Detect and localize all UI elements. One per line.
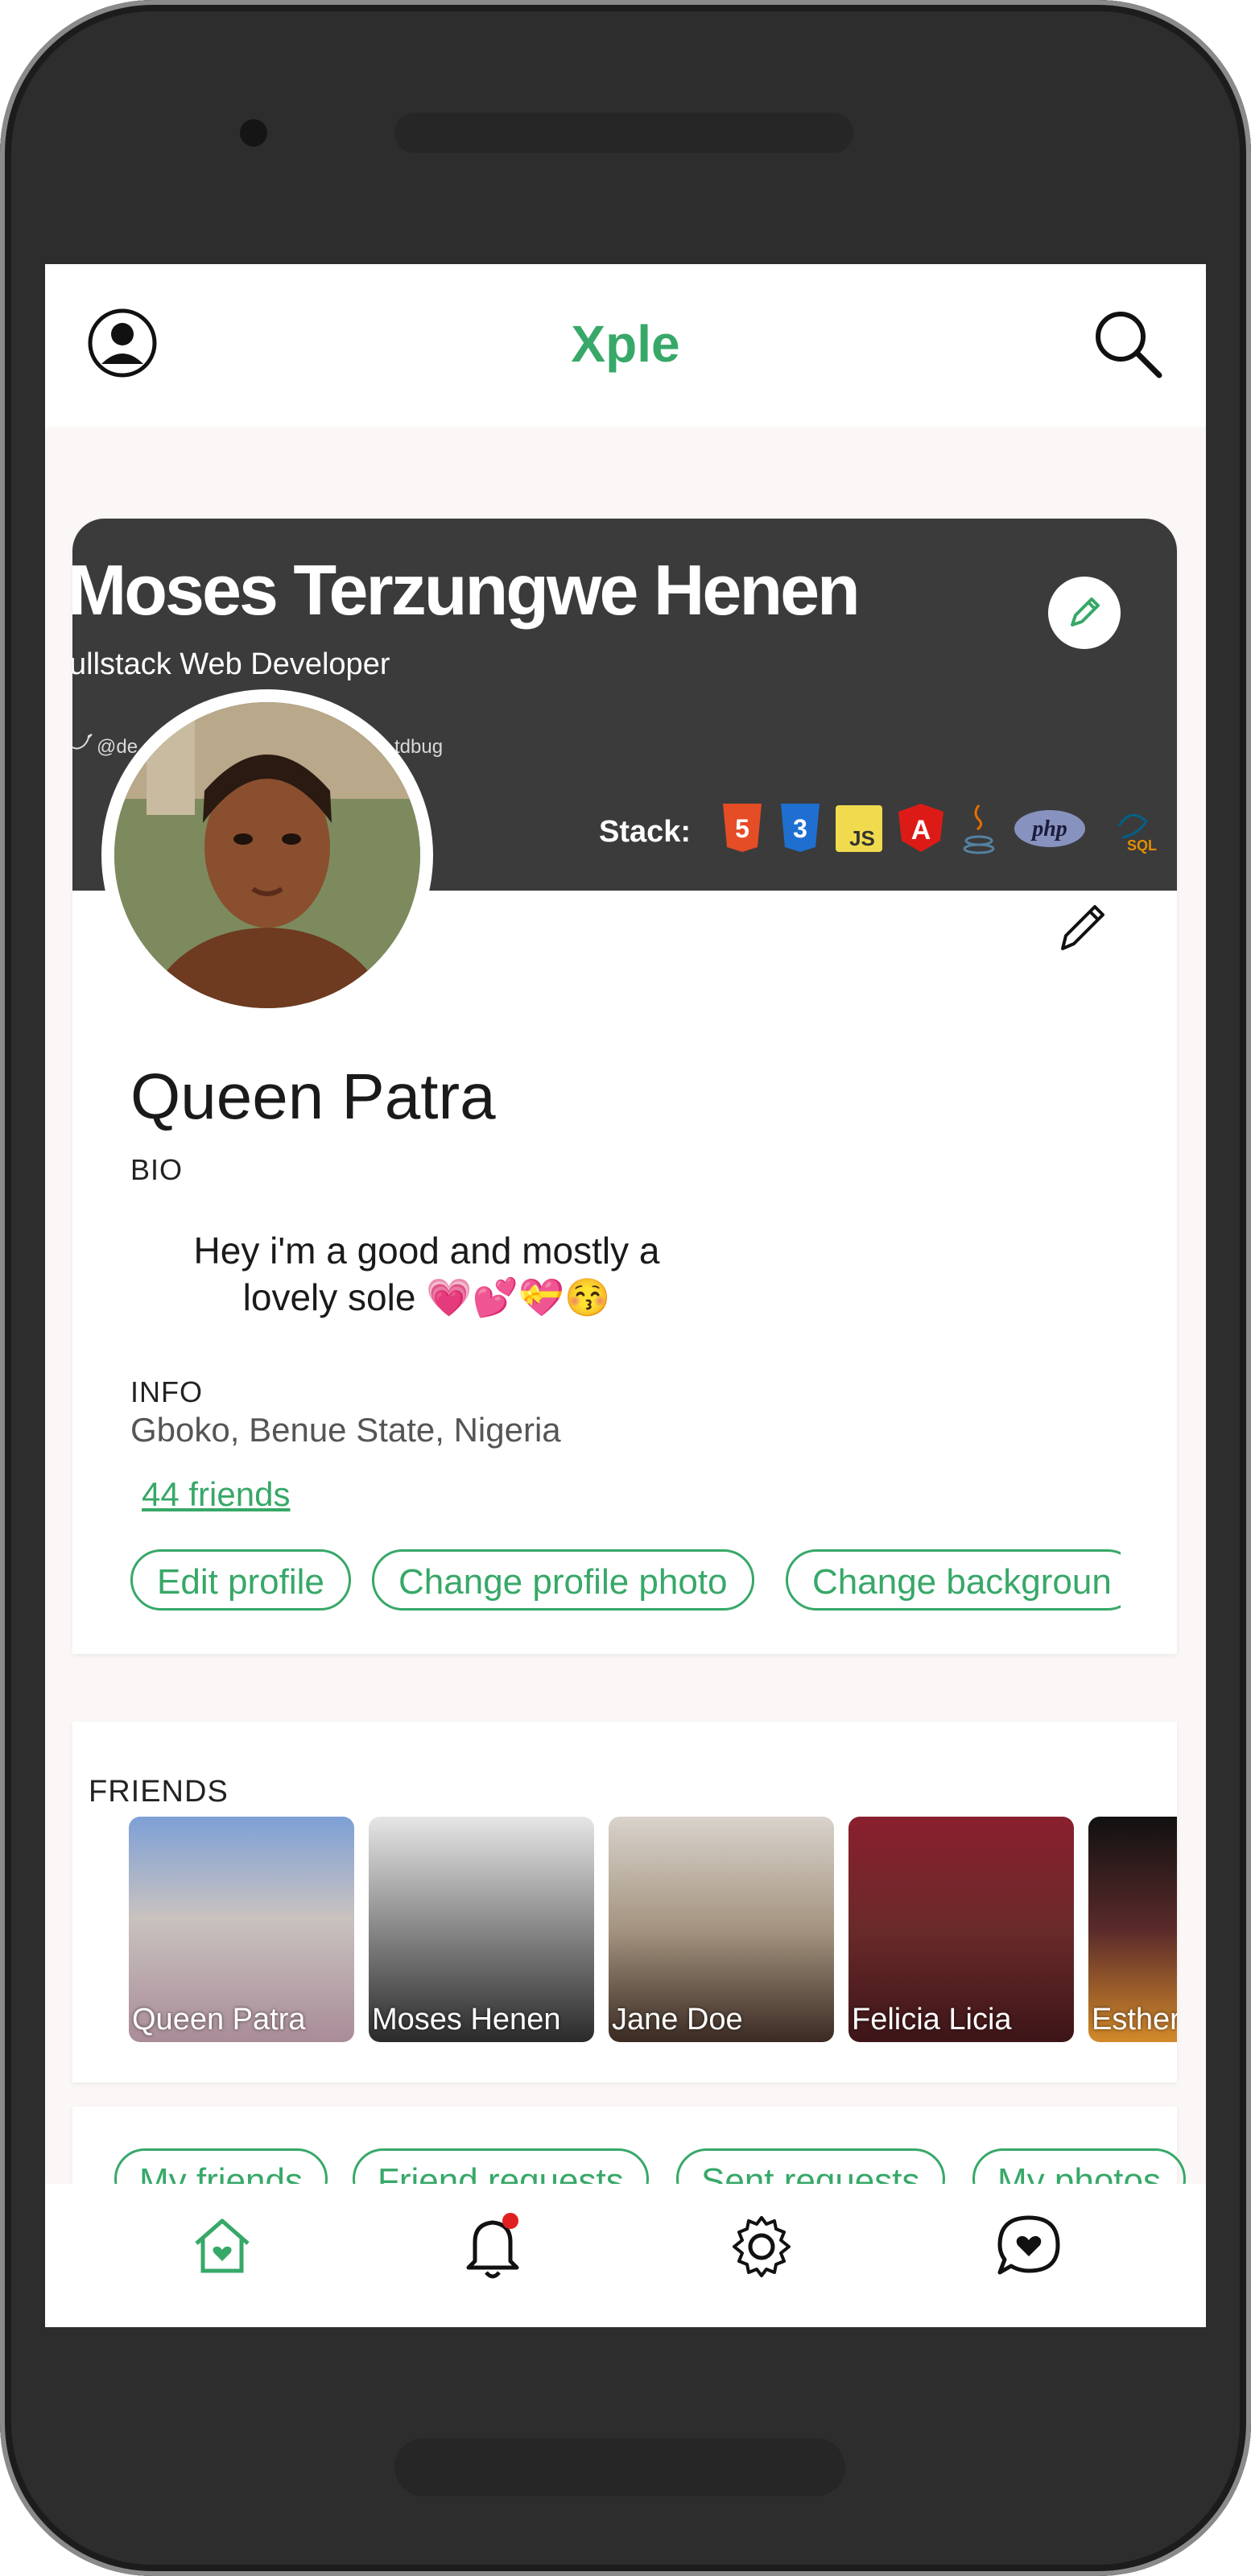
cover-name: Moses Terzungwe Henen — [72, 550, 861, 630]
bottom-nav — [45, 2184, 1206, 2327]
svg-text:php: php — [1030, 817, 1067, 841]
pencil-icon — [1071, 597, 1100, 626]
info-label: INFO — [130, 1375, 203, 1408]
top-bar: Xple — [45, 264, 1206, 427]
svg-text:5: 5 — [735, 814, 749, 843]
html5-icon: 5 — [723, 804, 762, 852]
friend-name: Esther — [1092, 2003, 1177, 2036]
angular-icon: A — [898, 804, 943, 852]
settings-icon[interactable] — [728, 2213, 795, 2280]
friend-name: Queen Patra — [132, 2003, 306, 2036]
search-icon[interactable] — [1092, 308, 1164, 380]
bio-text: Hey i'm a good and mostly a lovely sole … — [185, 1227, 668, 1321]
app-screen: Xple Moses Terzungwe Henen ullstack Web … — [45, 264, 1206, 2327]
change-profile-photo-button[interactable]: Change profile photo — [372, 1549, 754, 1611]
cover-role: ullstack Web Developer — [72, 647, 390, 681]
bio-line-1: Hey i'm a good and mostly a — [193, 1230, 660, 1271]
svg-text:SQL: SQL — [1127, 837, 1157, 854]
edit-cover-button[interactable] — [1048, 577, 1121, 649]
friends-count-link[interactable]: 44 friends — [142, 1475, 290, 1514]
profile-actions: Edit profile Change profile photo Change… — [130, 1541, 1121, 1622]
location-text: Gboko, Benue State, Nigeria — [130, 1411, 561, 1449]
bell-icon[interactable] — [460, 2210, 528, 2282]
cover-handle-end: tdbug — [394, 736, 444, 758]
friends-strip: Queen Patra Moses Henen Jane Doe Felicia… — [129, 1817, 1177, 2042]
avatar[interactable] — [101, 689, 433, 1021]
friend-item[interactable]: Moses Henen — [369, 1817, 594, 2042]
friend-item[interactable]: Jane Doe — [609, 1817, 834, 2042]
front-camera — [240, 119, 267, 147]
edit-profile-icon[interactable] — [1055, 899, 1111, 955]
bio-line-2: lovely sole 💗💕💝😚 — [242, 1276, 611, 1318]
bio-label: BIO — [130, 1153, 184, 1186]
svg-text:3: 3 — [793, 814, 807, 843]
avatar-photo — [114, 702, 420, 1008]
java-icon — [963, 804, 995, 854]
change-background-button[interactable]: Change backgroun — [786, 1549, 1121, 1611]
speaker-grille — [394, 113, 853, 153]
twitter-icon — [72, 734, 93, 750]
friend-item[interactable]: Queen Patra — [129, 1817, 354, 2042]
css3-icon: 3 — [781, 804, 820, 852]
stack-label: Stack: — [599, 815, 692, 849]
friend-name: Moses Henen — [372, 2003, 561, 2036]
cover-handle: @de — [97, 736, 138, 758]
profile-card: Moses Terzungwe Henen ullstack Web Devel… — [72, 519, 1177, 1654]
chat-heart-icon[interactable] — [995, 2213, 1063, 2280]
friend-item[interactable]: Felicia Licia — [848, 1817, 1074, 2042]
svg-text:A: A — [911, 815, 931, 846]
device-frame: Xple Moses Terzungwe Henen ullstack Web … — [0, 0, 1251, 2576]
friend-name: Felicia Licia — [852, 2003, 1012, 2036]
friend-name: Jane Doe — [612, 2003, 743, 2036]
edit-profile-button[interactable]: Edit profile — [130, 1549, 351, 1611]
friends-title: FRIENDS — [89, 1775, 229, 1809]
profile-name: Queen Patra — [130, 1061, 496, 1132]
php-icon: php — [1014, 810, 1085, 847]
friend-item[interactable]: Esther — [1088, 1817, 1177, 2042]
sql-icon: SQL — [1117, 813, 1157, 854]
svg-text:JS: JS — [849, 826, 875, 850]
app-title: Xple — [571, 315, 680, 373]
device-chin — [394, 2438, 845, 2496]
home-icon[interactable] — [190, 2213, 254, 2277]
javascript-icon: JS — [836, 805, 882, 852]
